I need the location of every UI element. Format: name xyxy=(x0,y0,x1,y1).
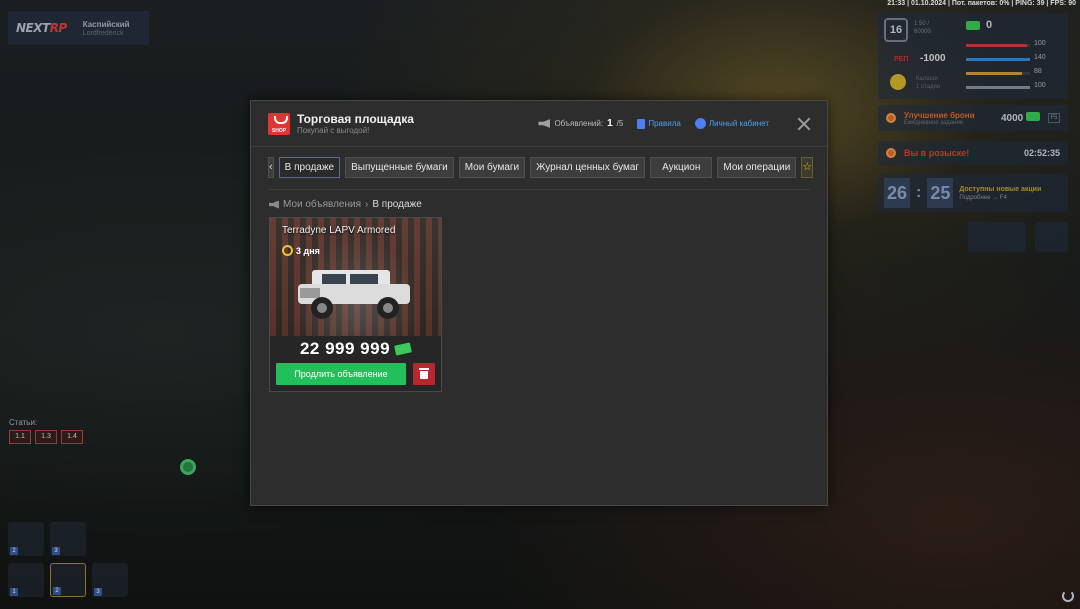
tab-bar: ‹ В продаже Выпущенные бумаги Мои бумаги… xyxy=(268,157,814,178)
cash-icon xyxy=(394,342,412,356)
tab-issued-securities[interactable]: Выпущенные бумаги xyxy=(345,157,454,178)
listing-timer: 3 дня xyxy=(282,245,320,256)
ads-counter: Объявлений: 1/5 xyxy=(538,118,623,129)
listing-price: 22 999 999 xyxy=(270,339,441,359)
tab-securities-journal[interactable]: Журнал ценных бумаг xyxy=(530,157,646,178)
divider xyxy=(268,189,810,190)
favorites-star-icon[interactable]: ☆ xyxy=(801,157,814,178)
marketplace-title: Торговая площадка xyxy=(297,112,414,126)
close-icon[interactable] xyxy=(797,117,811,131)
tab-on-sale[interactable]: В продаже xyxy=(278,157,341,178)
delete-listing-trash-icon[interactable] xyxy=(413,363,435,385)
megaphone-icon xyxy=(269,200,279,209)
armored-vehicle-image xyxy=(298,270,410,319)
shop-icon: SHOP xyxy=(268,112,290,135)
personal-cabinet-link[interactable]: Личный кабинет xyxy=(694,118,769,129)
breadcrumb-separator: › xyxy=(365,199,369,210)
stopwatch-icon xyxy=(282,245,293,256)
rules-link[interactable]: Правила xyxy=(637,118,681,129)
marketplace-subtitle: Покупай с выгодой! xyxy=(297,126,370,135)
marketplace-header: SHOP Торговая площадка Покупай с выгодой… xyxy=(251,101,827,147)
breadcrumb-parent[interactable]: Мои объявления xyxy=(283,199,361,210)
price-value: 22 999 999 xyxy=(299,339,391,358)
breadcrumb: Мои объявления › В продаже xyxy=(269,199,422,210)
tab-auction[interactable]: Аукцион xyxy=(650,157,713,178)
listing-card[interactable]: Terradyne LAPV Armored 3 дня 22 999 999 … xyxy=(269,217,442,392)
back-button[interactable]: ‹ xyxy=(268,157,274,178)
extend-listing-button[interactable]: Продлить объявление xyxy=(276,363,406,385)
tab-my-operations[interactable]: Мои операции xyxy=(717,157,797,178)
marketplace-window: SHOP Торговая площадка Покупай с выгодой… xyxy=(250,100,828,506)
tab-my-securities[interactable]: Мои бумаги xyxy=(458,157,526,178)
document-icon xyxy=(637,118,646,129)
user-icon xyxy=(694,118,706,129)
megaphone-icon xyxy=(538,119,551,128)
listing-title: Terradyne LAPV Armored xyxy=(282,225,396,236)
breadcrumb-current: В продаже xyxy=(372,199,422,210)
